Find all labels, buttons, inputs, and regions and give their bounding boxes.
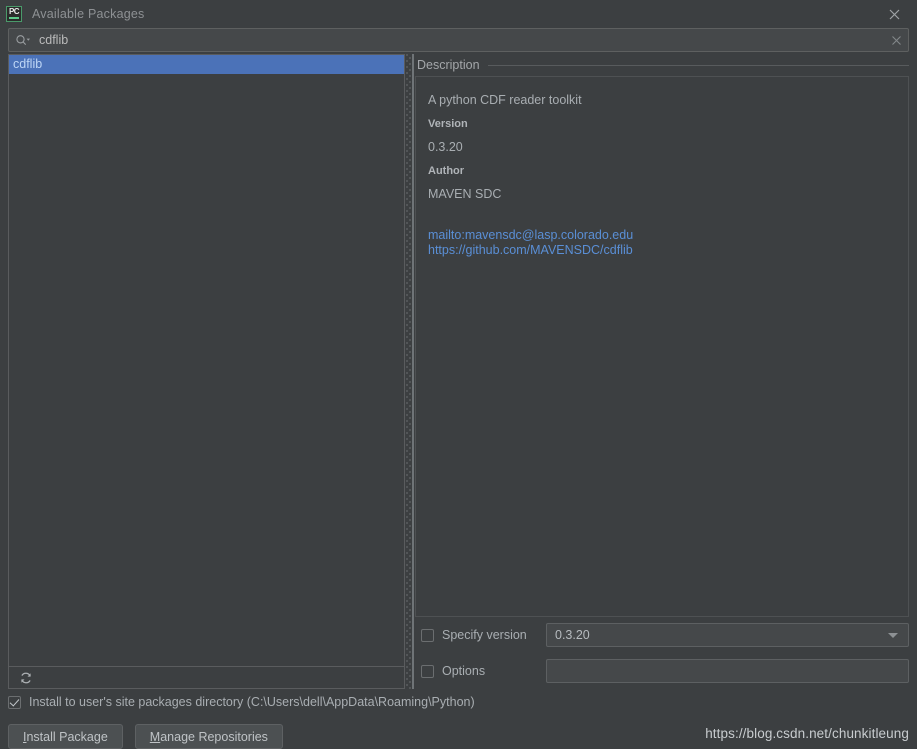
package-name: cdflib (13, 57, 43, 71)
description-pane: Description A python CDF reader toolkit … (415, 54, 917, 689)
search-icon[interactable] (15, 34, 31, 47)
version-selected-value: 0.3.20 (555, 628, 590, 642)
dialog-footer: Install to user's site packages director… (0, 689, 917, 749)
pycharm-icon-bar (9, 17, 19, 19)
version-select[interactable]: 0.3.20 (546, 623, 909, 647)
search-row: cdflib (0, 28, 917, 54)
refresh-icon[interactable] (17, 669, 35, 687)
title-bar: PC Available Packages (0, 0, 917, 28)
install-label: nstall Package (26, 729, 108, 744)
description-section-header: Description (415, 54, 909, 76)
specify-version-label: Specify version (442, 628, 527, 642)
specify-version-checkbox[interactable]: Specify version (421, 628, 546, 642)
list-item[interactable]: cdflib (9, 55, 404, 74)
mailto-link[interactable]: mailto:mavensdc@lasp.colorado.edu (428, 228, 898, 243)
available-packages-dialog: PC Available Packages cdflib cdflib Desc… (0, 0, 917, 749)
splitter-line (412, 54, 414, 689)
main-split: cdflib Description A python CDF reader t… (0, 54, 917, 689)
section-rule (487, 64, 909, 66)
user-site-checkbox[interactable]: Install to user's site packages director… (8, 689, 909, 715)
homepage-link[interactable]: https://github.com/MAVENSDC/cdflib (428, 243, 898, 258)
footer-buttons: Install Package Manage Repositories http… (8, 724, 909, 749)
package-summary: A python CDF reader toolkit (428, 93, 582, 107)
splitter-grip (406, 54, 411, 689)
description-title: Description (417, 58, 480, 72)
options-input[interactable] (546, 659, 909, 683)
version-label: Version (428, 118, 468, 130)
options-label: Options (442, 664, 486, 678)
checkbox-box (421, 628, 434, 642)
search-input[interactable]: cdflib (39, 29, 888, 51)
checkbox-box (421, 664, 434, 678)
specify-version-row: Specify version 0.3.20 (415, 617, 909, 653)
options-checkbox[interactable]: Options (421, 664, 546, 678)
package-list[interactable]: cdflib (8, 54, 405, 666)
version-value: 0.3.20 (428, 140, 463, 154)
manage-mnemonic: M (149, 729, 161, 744)
watermark: https://blog.csdn.net/chunkitleung (705, 726, 909, 741)
options-row: Options (415, 653, 909, 689)
chevron-down-icon (888, 632, 898, 638)
install-package-button[interactable]: Install Package (8, 724, 123, 749)
clear-icon[interactable] (888, 32, 904, 48)
manage-label: anage Repositories (160, 729, 268, 744)
author-label: Author (428, 165, 465, 177)
author-value: MAVEN SDC (428, 187, 502, 201)
window-title: Available Packages (32, 7, 145, 21)
pycharm-icon: PC (6, 6, 22, 22)
close-icon[interactable] (871, 0, 917, 28)
search-field[interactable]: cdflib (8, 28, 909, 52)
pycharm-icon-text: PC (8, 7, 20, 16)
list-toolbar (8, 666, 405, 689)
checkbox-box (8, 695, 21, 709)
user-site-label: Install to user's site packages director… (29, 695, 475, 709)
description-content: A python CDF reader toolkit Version 0.3.… (415, 76, 909, 617)
packages-pane: cdflib (0, 54, 405, 689)
pane-splitter[interactable] (405, 54, 415, 689)
manage-repositories-button[interactable]: Manage Repositories (134, 724, 283, 749)
